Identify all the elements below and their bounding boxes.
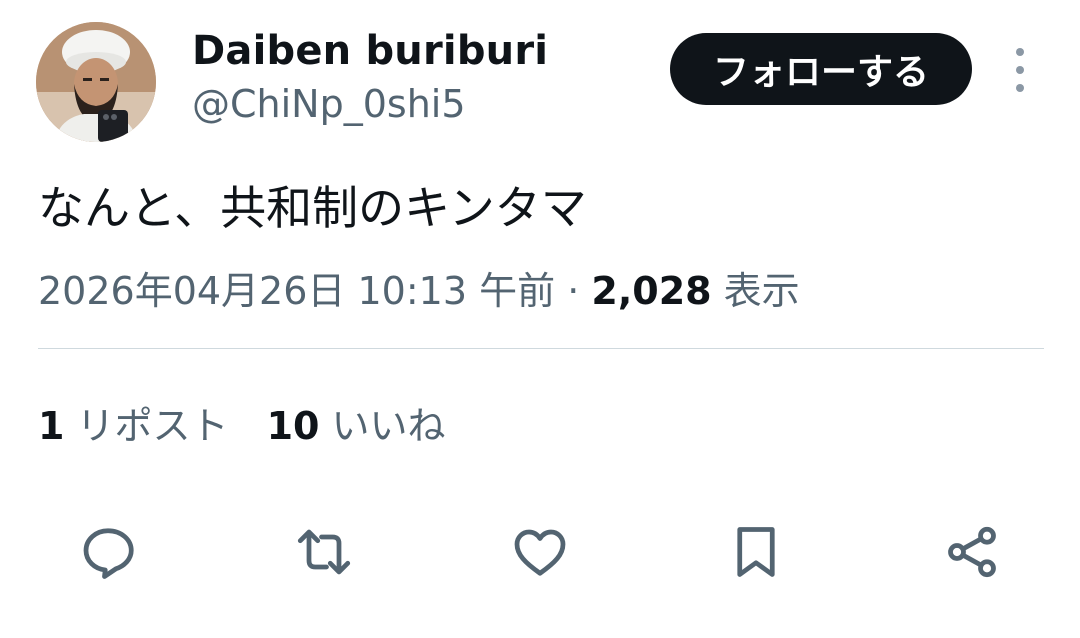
like-button[interactable] (508, 520, 572, 584)
reply-button[interactable] (76, 520, 140, 584)
reply-icon (83, 528, 134, 579)
reposts-label: リポスト (76, 404, 229, 448)
tweet-meta: 2026年04月26日 10:13 午前 · 2,028 表示 (38, 260, 800, 315)
reposts-stat[interactable]: 1 リポスト (38, 404, 229, 448)
author-display-name[interactable]: Daiben buriburi (192, 28, 548, 74)
likes-count: 10 (266, 404, 320, 448)
view-label: 表示 (723, 269, 800, 313)
tweet-detail: Daiben buriburi @ChiNp_0shi5 フォローする なんと、… (0, 0, 1080, 638)
author-handle[interactable]: @ChiNp_0shi5 (192, 82, 466, 126)
bookmark-button[interactable] (724, 520, 788, 584)
likes-label: いいね (331, 404, 446, 448)
reposts-count: 1 (38, 404, 65, 448)
share-icon (948, 526, 996, 578)
view-count: 2,028 (591, 269, 712, 313)
more-vertical-icon[interactable] (1004, 48, 1036, 92)
engagement-stats: 1 リポスト 10 いいね (38, 395, 446, 450)
meta-separator: · (567, 269, 580, 313)
more-dot (1016, 84, 1024, 92)
repost-icon (297, 529, 351, 575)
tweet-text: なんと、共和制のキンタマ (38, 181, 587, 235)
more-dot (1016, 48, 1024, 56)
avatar[interactable] (36, 22, 156, 142)
more-dot (1016, 66, 1024, 74)
divider (38, 348, 1044, 349)
repost-button[interactable] (292, 520, 356, 584)
avatar-image (36, 22, 156, 142)
tweet-timestamp[interactable]: 2026年04月26日 10:13 午前 (38, 269, 555, 313)
heart-icon (514, 529, 566, 576)
follow-button[interactable]: フォローする (670, 33, 972, 105)
share-button[interactable] (940, 520, 1004, 584)
likes-stat[interactable]: 10 いいね (267, 404, 446, 448)
bookmark-icon (737, 527, 775, 577)
